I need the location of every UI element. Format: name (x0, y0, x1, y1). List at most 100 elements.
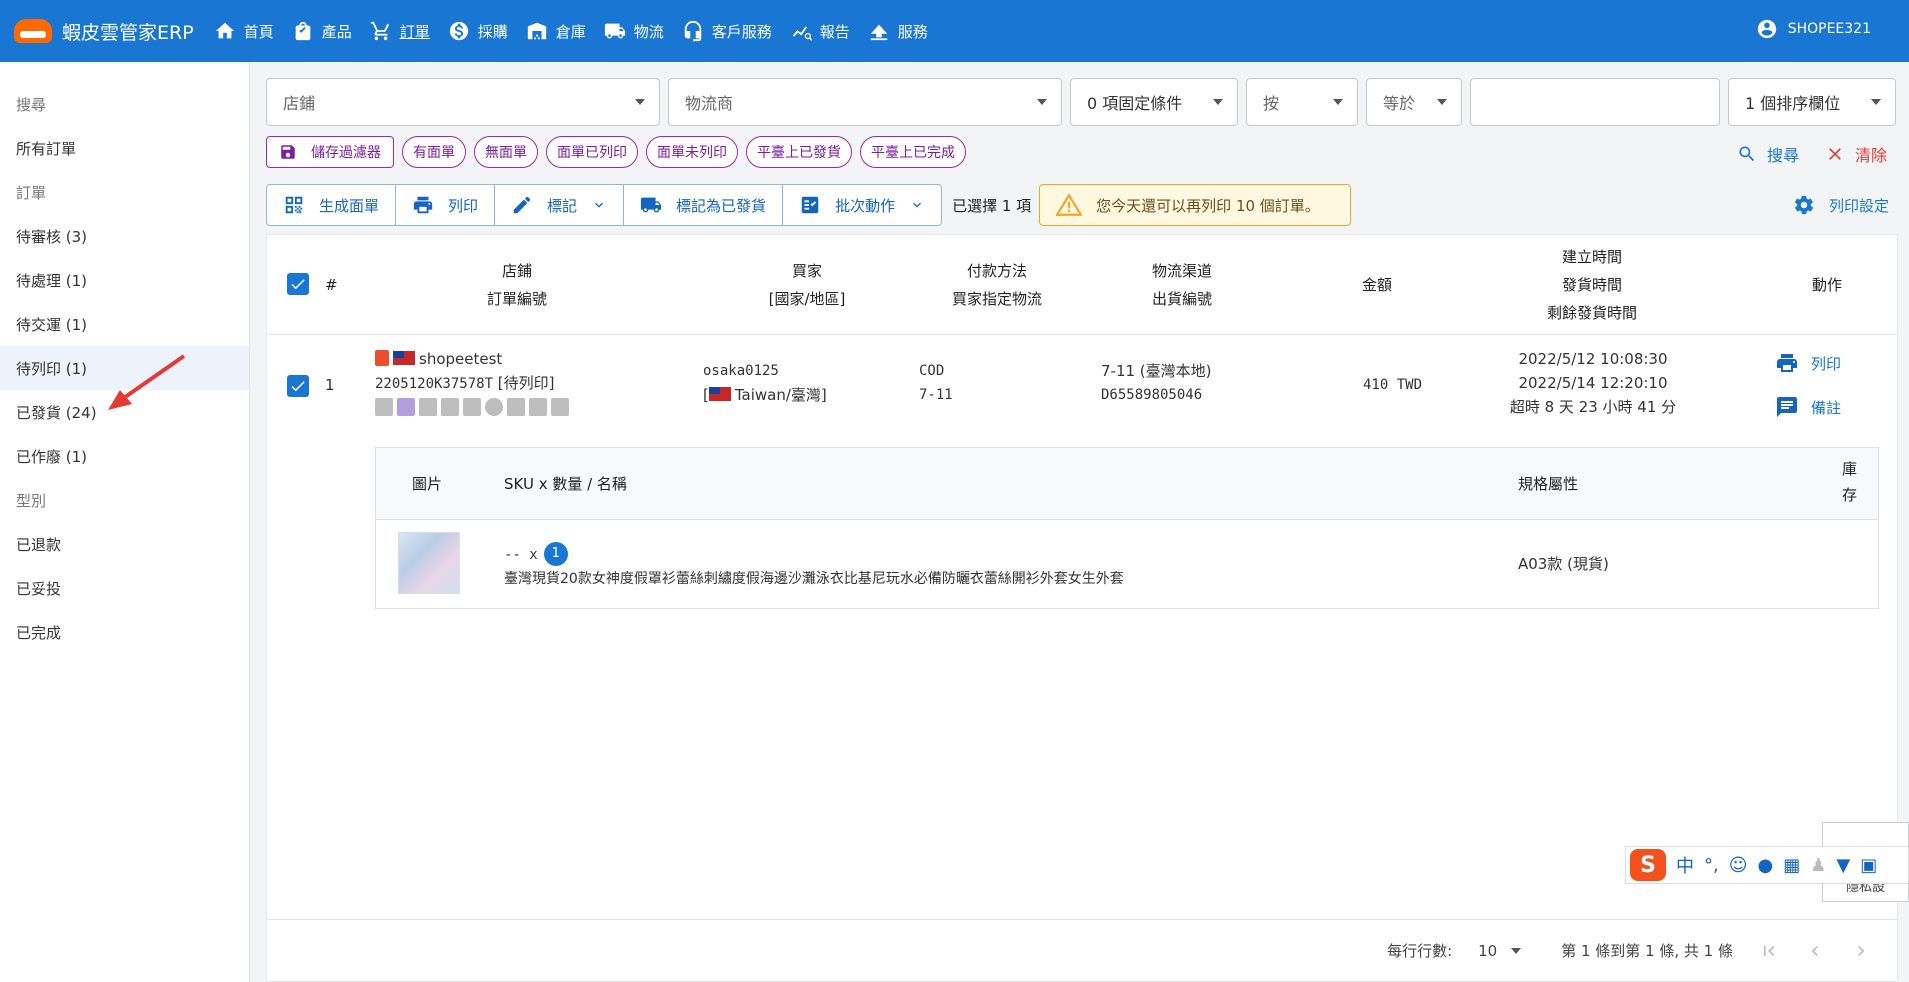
generate-label-text: 生成面單 (319, 196, 380, 215)
rows-per-page-select[interactable]: 10 (1478, 942, 1522, 960)
sidebar-item-voided[interactable]: 已作廢 (1) (0, 434, 249, 478)
warning-text: 您今天還可以再列印 10 個訂單。 (1096, 196, 1320, 215)
carrier-select[interactable]: 物流商 (668, 78, 1062, 126)
sogou-logo-icon[interactable]: S (1630, 849, 1666, 881)
comment-icon[interactable] (441, 398, 459, 416)
nav-reports[interactable]: 報告 (790, 20, 850, 42)
nav-label: 服務 (897, 22, 928, 41)
user-icon[interactable]: ♟ (1810, 855, 1826, 876)
print-button[interactable]: 列印 (396, 185, 496, 225)
taiwan-flag-icon (393, 351, 415, 365)
by-field-select[interactable]: 按 (1246, 78, 1358, 126)
chip-platform-shipped[interactable]: 平臺上已發貨 (746, 136, 852, 168)
shop-select[interactable]: 店鋪 (266, 78, 660, 126)
select-all-checkbox[interactable] (287, 273, 309, 295)
save-filter-button[interactable]: 儲存過濾器 (266, 136, 394, 168)
chip-has-label[interactable]: 有面單 (402, 136, 466, 168)
filter-value-input[interactable] (1470, 78, 1720, 126)
logistics-channel: 7-11 (臺灣本地) (1101, 362, 1212, 380)
sidebar: 搜尋 所有訂單 訂單 待審核 (3) 待處理 (1) 待交運 (1) 待列印 (… (0, 62, 250, 982)
row-checkbox[interactable] (287, 375, 309, 397)
print-settings-button[interactable]: 列印設定 (1793, 194, 1889, 216)
gear-icon (1794, 195, 1814, 215)
caret-down-icon (1437, 99, 1447, 105)
sidebar-item-pending-review[interactable]: 待審核 (3) (0, 214, 249, 258)
row-note-link[interactable]: 備註 (1775, 395, 1841, 419)
barcode-icon[interactable] (375, 398, 393, 416)
nav-orders[interactable]: 訂單 (370, 20, 430, 42)
chip-platform-completed[interactable]: 平臺上已完成 (860, 136, 966, 168)
sort-fields-select[interactable]: 1 個排序欄位 (1728, 78, 1896, 126)
fixed-conditions-select[interactable]: 0 項固定條件 (1070, 78, 1238, 126)
ime-language[interactable]: 中 (1676, 852, 1694, 878)
chip-label-printed[interactable]: 面單已列印 (546, 136, 638, 168)
sidebar-item-pending-process[interactable]: 待處理 (1) (0, 258, 249, 302)
product-thumbnail[interactable] (398, 532, 460, 594)
emoji-icon[interactable]: ☺ (1729, 855, 1748, 876)
checklist-icon (801, 196, 819, 214)
main-nav: 首頁 產品 訂單 採購 倉庫 物流 客戶服務 報告 服務 (214, 0, 946, 62)
sidebar-item-pending-ship[interactable]: 待交運 (1) (0, 302, 249, 346)
search-button[interactable]: 搜尋 (1737, 142, 1799, 166)
nav-purchase[interactable]: 採購 (448, 20, 508, 42)
shop-line: shopeetest (375, 347, 569, 371)
microphone-icon[interactable]: ● (1758, 855, 1774, 876)
operator-select[interactable]: 等於 (1366, 78, 1462, 126)
sidebar-item-delivered[interactable]: 已妥投 (0, 566, 249, 610)
keyboard-icon[interactable]: ▦ (1783, 855, 1800, 876)
header-amount: 金額 (1361, 276, 1392, 294)
header-buyer: 買家 (791, 262, 822, 280)
batch-action-dropdown-button[interactable]: 批次動作 (783, 185, 941, 225)
skin-icon[interactable]: ▼ (1836, 855, 1850, 876)
brand-logo-icon (14, 19, 52, 43)
grid-menu-icon[interactable]: ▣ (1860, 855, 1877, 876)
item-spec: A03款 (現貨) (1518, 555, 1609, 573)
mark-dropdown-button[interactable]: 標記 (495, 185, 625, 225)
row-payment: COD 7-11 (919, 359, 953, 407)
row-print-link[interactable]: 列印 (1775, 351, 1841, 375)
nav-logistics[interactable]: 物流 (604, 20, 664, 42)
order-number[interactable]: 2205120K37578T (375, 376, 493, 392)
sidebar-item-refunded[interactable]: 已退款 (0, 522, 249, 566)
punctuation-icon[interactable]: °, (1704, 855, 1719, 876)
nav-label: 首頁 (243, 22, 274, 41)
message-icon[interactable] (463, 398, 481, 416)
qr-code-icon[interactable] (397, 398, 415, 416)
generate-label-button[interactable]: 生成面單 (267, 185, 397, 225)
caret-down-icon (1213, 99, 1223, 105)
shop-select-value: 店鋪 (283, 94, 316, 113)
transfer-icon[interactable] (551, 398, 569, 416)
sidebar-label: 搜尋 (16, 95, 47, 114)
clear-button[interactable]: 清除 (1825, 142, 1887, 166)
sidebar-label: 已作廢 (1) (16, 447, 88, 466)
chip-no-label[interactable]: 無面單 (474, 136, 538, 168)
pencil-icon (513, 196, 531, 214)
sidebar-section-search[interactable]: 搜尋 (0, 82, 249, 126)
nav-customer-service[interactable]: 客戶服務 (682, 20, 772, 42)
header-buyer-logistics: 買家指定物流 (951, 290, 1042, 308)
chip-label: 有面單 (413, 145, 455, 161)
toolbar-button-group: 生成面單 列印 標記 標記為已發貨 批次動作 (266, 184, 943, 226)
shipped-time: 2022/5/14 12:20:10 (1518, 374, 1668, 392)
save-filter-label: 儲存過濾器 (311, 145, 381, 161)
user-menu[interactable]: SHOPEE321 (1756, 18, 1871, 40)
first-page-icon[interactable] (1759, 941, 1779, 961)
nav-home[interactable]: 首頁 (214, 20, 274, 42)
sidebar-item-all-orders[interactable]: 所有訂單 (0, 126, 249, 170)
mark-shipped-button[interactable]: 標記為已發貨 (624, 185, 784, 225)
operator-value: 等於 (1383, 94, 1416, 113)
cancel-icon[interactable] (485, 398, 503, 416)
table-header: # 店鋪 訂單編號 買家 [國家/地區] 付款方法 買家指定物流 物流渠道 出貨… (267, 235, 1897, 335)
prev-page-icon[interactable] (1805, 941, 1825, 961)
header-country: [國家/地區] (768, 290, 846, 308)
chip-label-not-printed[interactable]: 面單未列印 (646, 136, 738, 168)
upload-icon[interactable] (419, 398, 437, 416)
nav-warehouse[interactable]: 倉庫 (526, 20, 586, 42)
check-box-icon[interactable] (507, 398, 525, 416)
nav-products[interactable]: 產品 (292, 20, 352, 42)
brand[interactable]: 蝦皮雲管家ERP (14, 18, 194, 45)
nav-services[interactable]: 服務 (868, 20, 928, 42)
next-page-icon[interactable] (1851, 941, 1871, 961)
checklist-icon[interactable] (529, 398, 547, 416)
sidebar-item-completed[interactable]: 已完成 (0, 610, 249, 654)
